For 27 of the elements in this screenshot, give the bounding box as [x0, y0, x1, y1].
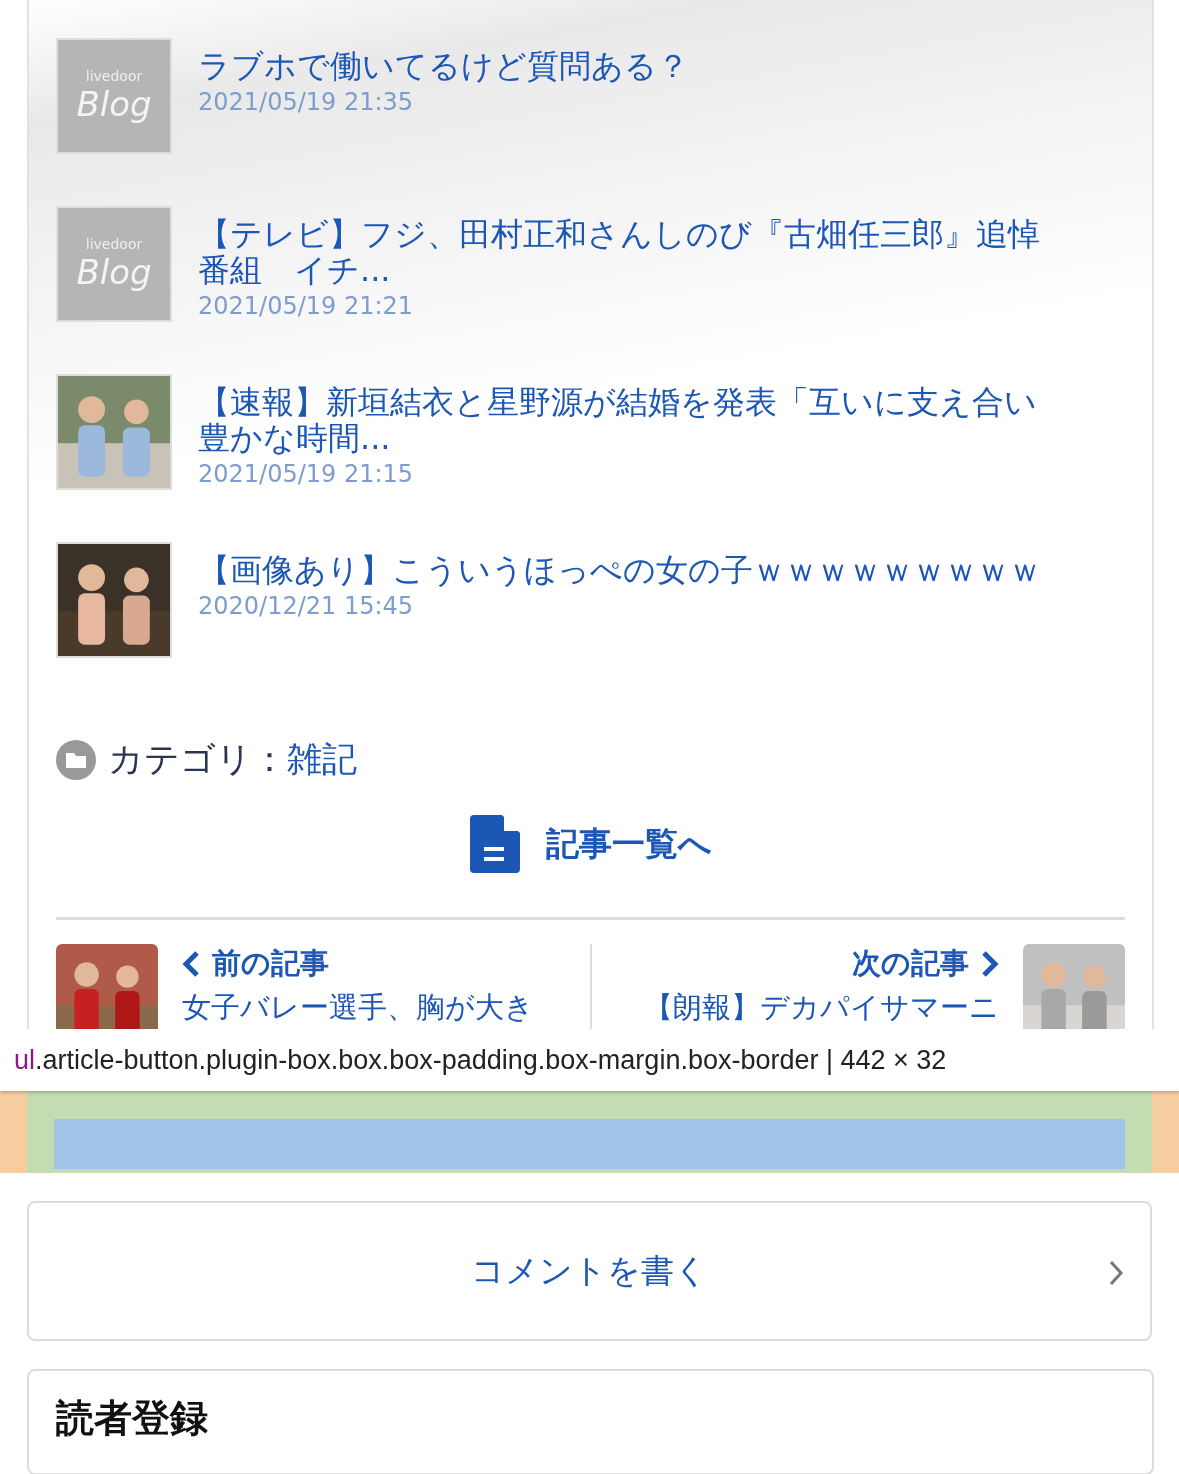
next-article-link[interactable]: 次の記事 — [852, 944, 999, 984]
category-label: カテゴリ： — [108, 738, 287, 781]
logo-text: Blog — [76, 252, 152, 292]
logo-text: livedoor — [85, 68, 143, 84]
chevron-right-icon — [981, 950, 999, 978]
chevron-left-icon — [182, 950, 200, 978]
article-date: 2021/05/19 21:15 — [198, 460, 415, 488]
comment-button[interactable]: コメントを書く — [27, 1201, 1152, 1341]
previous-article-link[interactable]: 前の記事 — [182, 944, 566, 984]
element-selector: ul.article-button.plugin-box.box.box-padding.box-margin.box-border | 442 × 32 — [14, 1044, 947, 1076]
next-article-title[interactable]: 【朗報】デカパイサマーニ — [644, 988, 999, 1026]
article-link[interactable]: ラブホで働いてるけど質問ある？ — [198, 48, 1058, 84]
article-link[interactable]: 【画像あり】こういうほっぺの女の子ｗｗｗｗｗｗｗｗｗ — [198, 552, 1058, 588]
article-link[interactable]: 【テレビ】フジ、田村正和さんしのび『古畑任三郎』追悼番組 イチ... — [198, 216, 1058, 288]
category-link[interactable]: 雑記 — [287, 736, 357, 783]
article-date: 2021/05/19 21:21 — [198, 292, 415, 320]
article-list-link[interactable]: 記事一覧へ — [469, 815, 712, 873]
previous-article-title[interactable]: 女子バレー選手、胸が大き — [182, 988, 566, 1026]
document-icon — [469, 815, 520, 873]
logo-text: Blog — [76, 84, 152, 124]
article-date: 2021/05/19 21:35 — [198, 88, 415, 116]
logo-text: livedoor — [85, 236, 143, 252]
article-date: 2020/12/21 15:45 — [198, 592, 415, 620]
article-link[interactable]: 【速報】新垣結衣と星野源が結婚を発表「互いに支え合い豊かな時間... — [198, 384, 1058, 456]
folder-icon — [56, 739, 96, 780]
section-title: 読者登録 — [56, 1395, 209, 1442]
chevron-right-icon — [1108, 1259, 1124, 1287]
